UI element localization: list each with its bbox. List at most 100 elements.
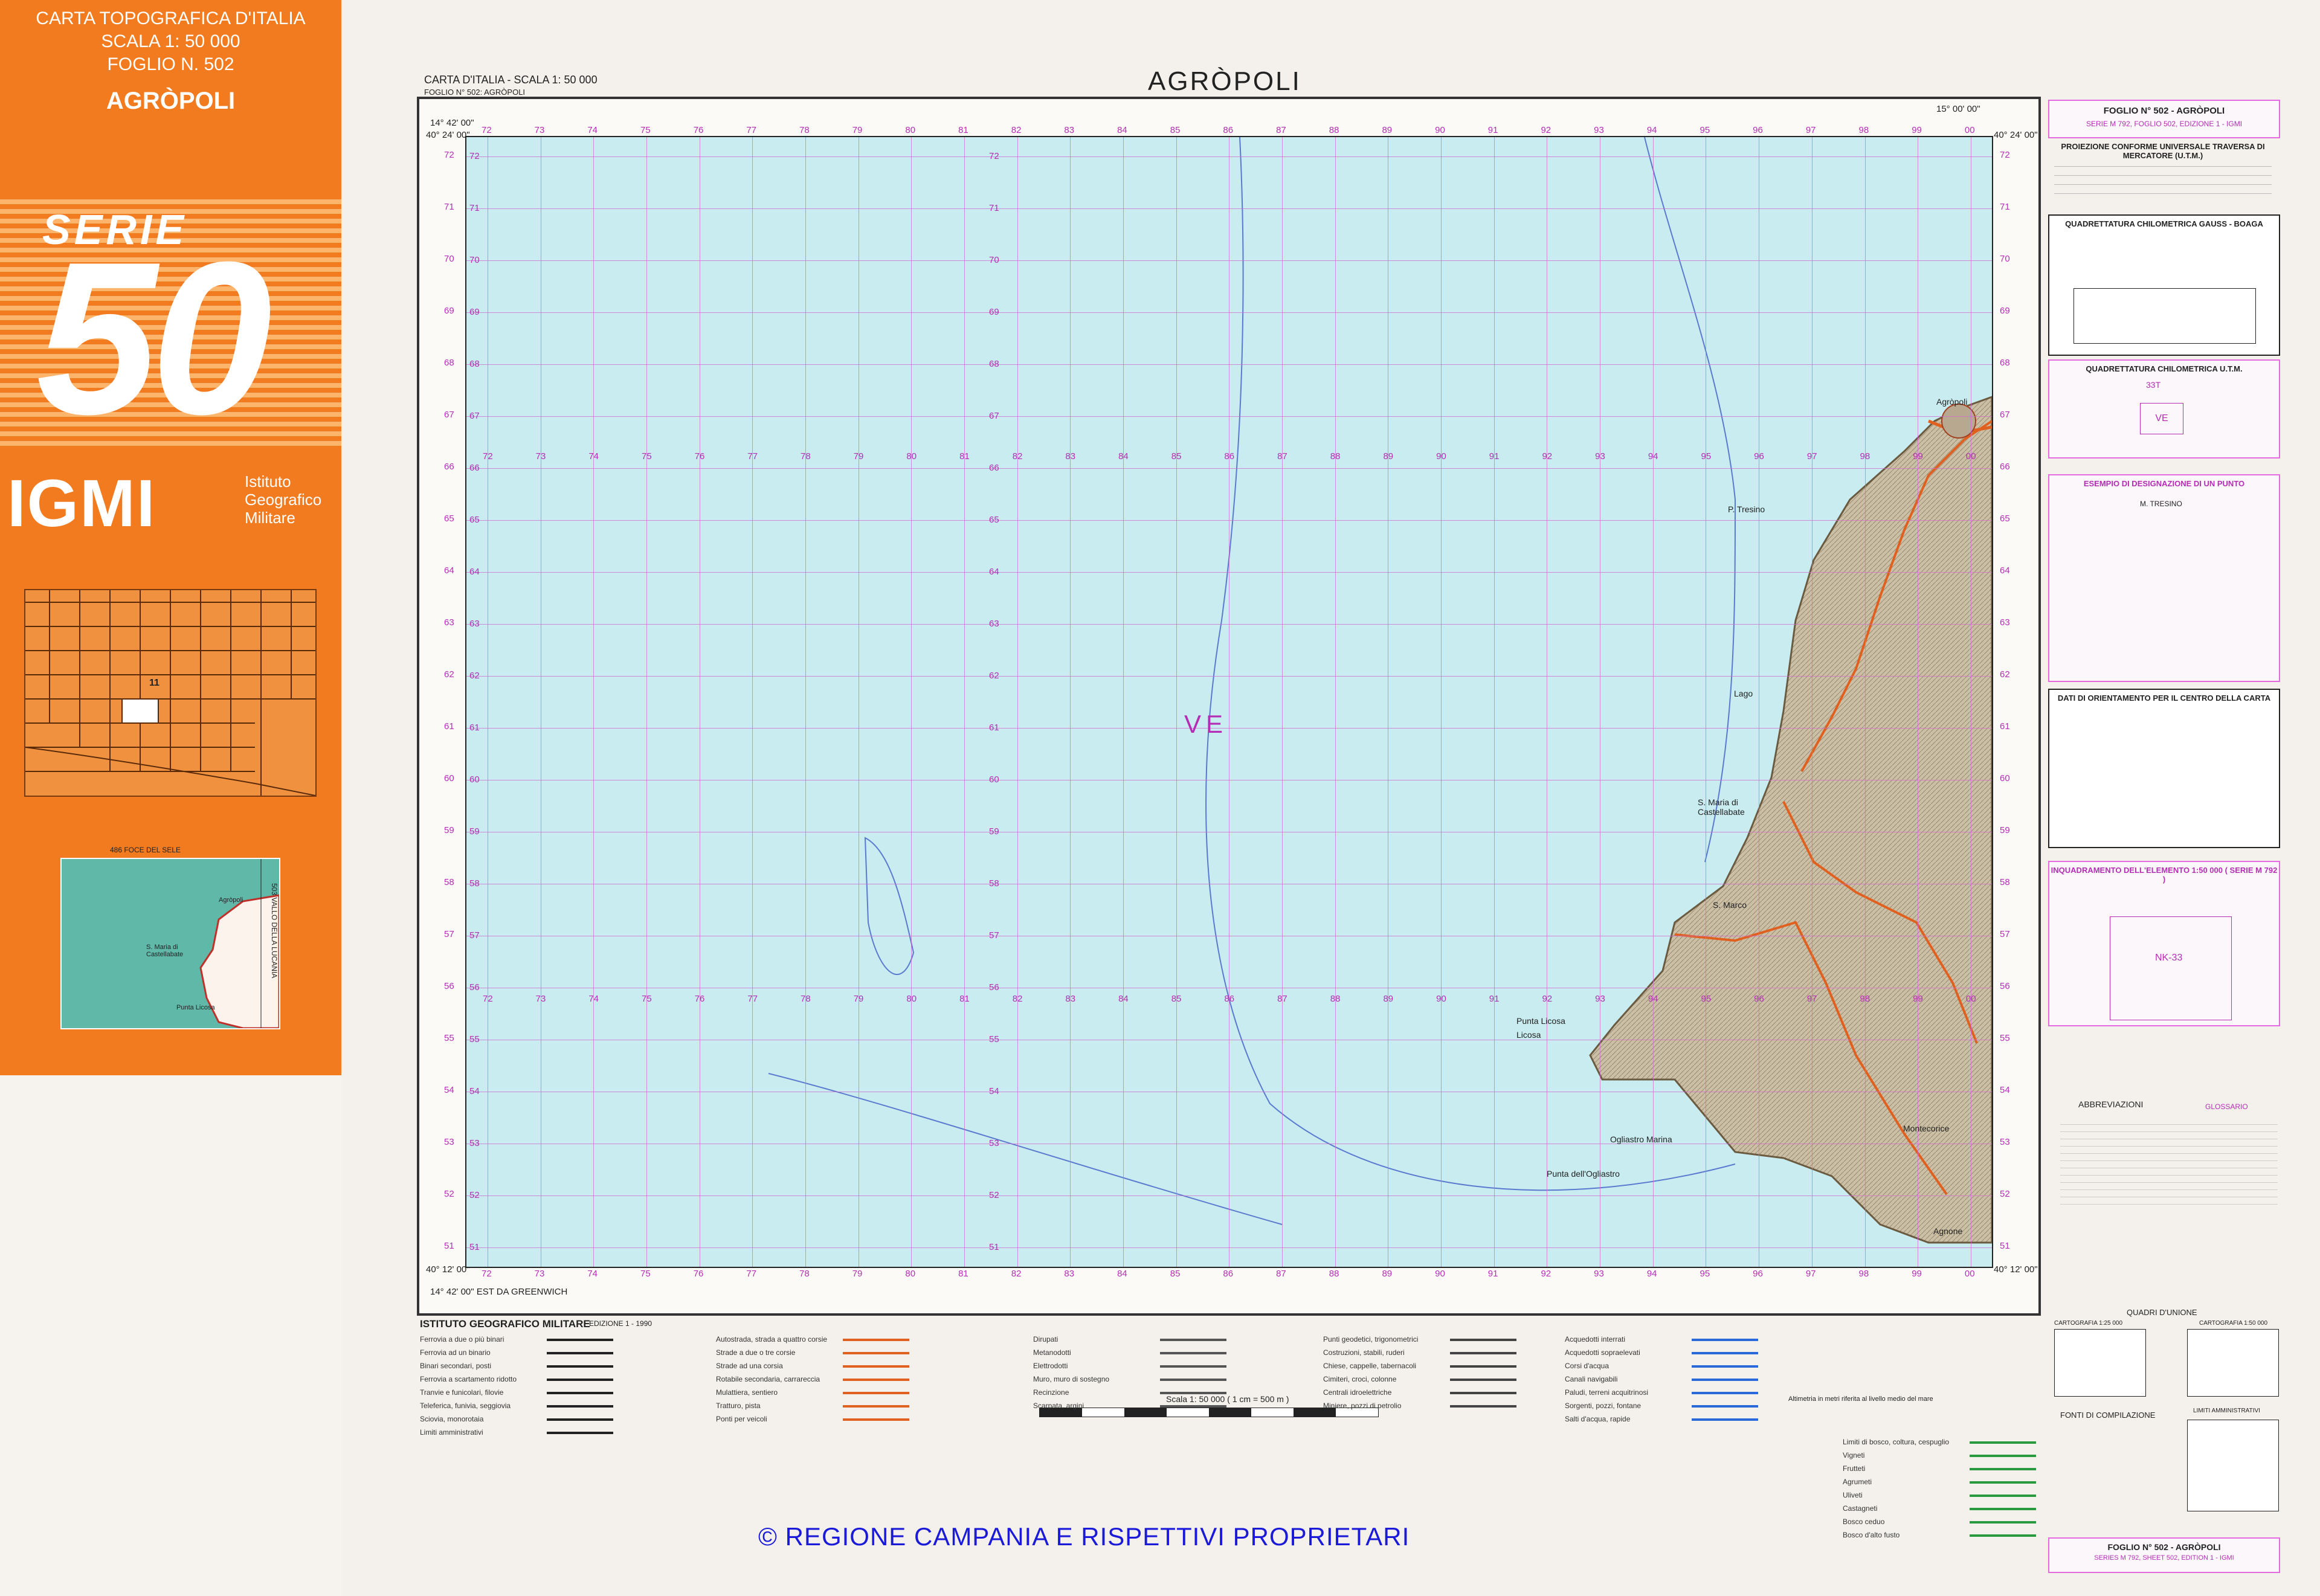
easting-label-inner: 74 <box>588 994 599 1004</box>
publisher-line2: Geografico <box>245 491 322 509</box>
easting-label-inner: 72 <box>483 451 493 462</box>
northing-label-left: 59 <box>444 825 454 835</box>
northing-label-right: 66 <box>2000 462 2010 472</box>
easting-label-inner: 97 <box>1806 994 1817 1004</box>
easting-label-inner: 85 <box>1171 994 1182 1004</box>
northing-label-inner: 66 <box>989 463 999 473</box>
legend-item-symbol <box>1160 1392 1226 1394</box>
rp-utm-zone: 33T <box>2146 380 2161 390</box>
easting-label-inner: 75 <box>642 994 652 1004</box>
legend-item-symbol <box>1692 1405 1758 1408</box>
easting-label-top: 86 <box>1223 125 1234 135</box>
easting-label-top: 90 <box>1435 125 1445 135</box>
legend-item-symbol <box>1450 1339 1516 1341</box>
easting-label-top: 88 <box>1329 125 1339 135</box>
legend-item-symbol <box>1970 1481 2036 1484</box>
easting-label-inner: 88 <box>1330 994 1341 1004</box>
rp-line <box>2054 166 2272 167</box>
legend-item-label: Mulattiera, sentiero <box>716 1388 778 1397</box>
grid-line-horizontal <box>466 364 1992 365</box>
cover-stripe <box>0 199 341 204</box>
grid-line-horizontal <box>466 468 1992 469</box>
northing-label-left: 58 <box>444 877 454 887</box>
grid-line-vertical <box>593 137 594 1267</box>
legend-item-symbol <box>1160 1352 1226 1354</box>
legend-item-symbol <box>1970 1455 2036 1457</box>
easting-label-inner: 82 <box>1012 994 1023 1004</box>
legend-item-label: Binari secondari, posti <box>420 1362 492 1370</box>
rp-header-box: FOGLIO N° 502 - AGRÒPOLI SERIE M 792, FO… <box>2048 100 2280 138</box>
location-inset-map: 486 FOCE DEL SELE 503 VALLO DELLA LUCANI… <box>60 846 280 1029</box>
legend-item-label: Sciovia, monorotaia <box>420 1415 484 1423</box>
rp-gauss-title: QUADRETTATURA CHILOMETRICA GAUSS - BOAGA <box>2065 219 2263 228</box>
northing-label-right: 58 <box>2000 877 2010 887</box>
sheet-index-map: 11 <box>24 589 317 797</box>
easting-label-bottom: 79 <box>852 1269 863 1279</box>
easting-label-inner: 96 <box>1754 451 1764 462</box>
legend-item-symbol <box>1692 1392 1758 1394</box>
corner-tr-lon: 15° 00' 00" <box>1936 104 1980 114</box>
legend-item-symbol <box>1450 1392 1516 1394</box>
legend-item-label: Acquedotti sopraelevati <box>1565 1348 1640 1357</box>
grid-line-vertical <box>1176 137 1177 1267</box>
northing-label-right: 72 <box>2000 150 2010 160</box>
northing-label-left: 61 <box>444 721 454 732</box>
rp-quadri-25k <box>2054 1329 2146 1397</box>
copyright-footer: © REGIONE CAMPANIA E RISPETTIVI PROPRIET… <box>758 1522 1410 1551</box>
rp-utm-box: QUADRETTATURA CHILOMETRICA U.T.M. 33T VE <box>2048 359 2280 459</box>
northing-label-left: 62 <box>444 669 454 680</box>
northing-label-left: 56 <box>444 981 454 991</box>
northing-label-inner: 52 <box>989 1190 999 1200</box>
map-sheet-label: FOGLIO N° 502: AGRÒPOLI <box>424 88 526 97</box>
northing-label-right: 71 <box>2000 202 2010 212</box>
easting-label-inner: 81 <box>959 451 970 462</box>
rp-fonti-title: FONTI DI COMPILAZIONE <box>2060 1411 2156 1420</box>
rp-gauss-box: QUADRETTATURA CHILOMETRICA GAUSS - BOAGA <box>2048 214 2280 356</box>
northing-label-inner: 58 <box>469 878 480 889</box>
legend-item-label: Bosco d'alto fusto <box>1843 1531 1900 1539</box>
cover-line3: FOGLIO N. 502 <box>107 54 234 74</box>
easting-label-inner: 77 <box>747 451 758 462</box>
legend-item-symbol <box>1450 1365 1516 1368</box>
northing-label-inner: 62 <box>469 671 480 681</box>
northing-label-left: 64 <box>444 565 454 576</box>
easting-label-bottom: 81 <box>958 1269 968 1279</box>
easting-label-bottom: 85 <box>1170 1269 1181 1279</box>
northing-label-right: 64 <box>2000 565 2010 576</box>
rp-limiti-map <box>2187 1420 2279 1511</box>
rp-cartografia-1: CARTOGRAFIA 1:25 000 <box>2054 1320 2123 1327</box>
northing-label-inner: 55 <box>469 1034 480 1044</box>
rp-orientation-box: DATI DI ORIENTAMENTO PER IL CENTRO DELLA… <box>2048 689 2280 848</box>
easting-label-inner: 91 <box>1489 994 1500 1004</box>
northing-label-right: 59 <box>2000 825 2010 835</box>
easting-label-bottom: 90 <box>1435 1269 1445 1279</box>
easting-label-top: 95 <box>1700 125 1710 135</box>
legend-item-label: Sorgenti, pozzi, fontane <box>1565 1401 1642 1410</box>
legend-item-symbol <box>1970 1521 2036 1524</box>
northing-label-inner: 57 <box>989 930 999 941</box>
legend-item-symbol <box>843 1418 909 1421</box>
easting-label-inner: 79 <box>853 451 864 462</box>
rp-abbreviazioni-title: ABBREVIAZIONI <box>2078 1099 2144 1109</box>
grid-line-vertical <box>752 137 753 1267</box>
place-punta-licosa: Punta Licosa <box>1516 1016 1565 1026</box>
easting-label-inner: 84 <box>1118 994 1129 1004</box>
rp-footer-box: FOGLIO N° 502 - AGRÒPOLI SERIES M 792, S… <box>2048 1537 2280 1573</box>
northing-label-inner: 64 <box>989 567 999 577</box>
northing-label-left: 63 <box>444 617 454 628</box>
legend-item-label: Costruzioni, stabili, ruderi <box>1323 1348 1405 1357</box>
grid-line-horizontal <box>466 156 1992 157</box>
northing-label-inner: 72 <box>469 151 480 161</box>
legend-item-symbol <box>843 1379 909 1381</box>
legend-item-label: Vigneti <box>1843 1451 1865 1459</box>
grid-line-vertical <box>1017 137 1018 1267</box>
easting-label-bottom: 99 <box>1912 1269 1922 1279</box>
grid-line-vertical <box>1070 137 1071 1267</box>
grid-line-vertical <box>1282 137 1283 1267</box>
grid-line-horizontal <box>466 676 1992 677</box>
easting-label-inner: 81 <box>959 994 970 1004</box>
rp-projection-title: PROIEZIONE CONFORME UNIVERSALE TRAVERSA … <box>2061 142 2265 160</box>
easting-label-inner: 72 <box>483 994 493 1004</box>
grid-line-vertical <box>1123 137 1124 1267</box>
legend-item-label: Scarpata, argini <box>1033 1401 1084 1410</box>
